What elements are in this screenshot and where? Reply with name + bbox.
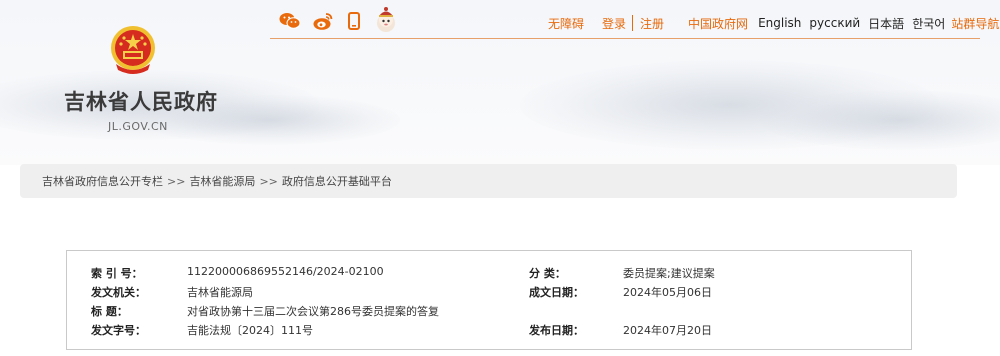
weibo-icon[interactable]	[311, 8, 335, 34]
header-divider-line	[270, 38, 980, 39]
issuer-value: 吉林省能源局	[187, 284, 253, 300]
doc-number-value: 吉能法规〔2024〕111号	[187, 322, 313, 338]
top-navigation: 无障碍 登录 注册 中国政府网 English русский 日本語 한국어 …	[548, 14, 999, 32]
site-nav-link[interactable]: 站群导航	[951, 15, 999, 32]
register-link[interactable]: 注册	[640, 15, 664, 32]
category-label: 分 类：	[529, 267, 566, 280]
date-written-label: 成文日期：	[529, 286, 584, 299]
date-written-label-row: 成文日期：	[529, 284, 584, 300]
publish-date-label: 发布日期：	[529, 324, 584, 337]
russian-link[interactable]: русский	[809, 16, 860, 30]
accessibility-link[interactable]: 无障碍	[548, 15, 584, 32]
gov-portal-link[interactable]: 中国政府网	[688, 15, 748, 32]
issuer-value-text: 吉林省能源局	[187, 286, 253, 299]
national-emblem-icon	[108, 24, 158, 78]
category-value-text: 委员提案;建议提案	[623, 267, 715, 280]
category-label-row: 分 类：	[529, 265, 566, 281]
date-written-value-text: 2024年05月06日	[623, 286, 712, 299]
title-value-text: 对省政协第十三届二次会议第286号委员提案的答复	[187, 305, 439, 318]
robot-avatar-icon[interactable]	[373, 4, 399, 34]
login-register-divider	[632, 15, 634, 31]
title-label-row: 标 题：	[91, 303, 128, 319]
date-written-value: 2024年05月06日	[623, 284, 712, 300]
breadcrumb-item-info-column[interactable]: 吉林省政府信息公开专栏	[42, 173, 163, 189]
issuer-label-row: 发文机关：	[91, 284, 146, 300]
wechat-icon[interactable]	[278, 8, 302, 34]
site-title[interactable]: 吉林省人民政府	[64, 86, 218, 116]
login-link[interactable]: 登录	[602, 15, 626, 32]
breadcrumb-item-platform[interactable]: 政府信息公开基础平台	[282, 173, 392, 189]
mobile-icon[interactable]	[344, 8, 364, 34]
publish-date-value: 2024年07月20日	[623, 322, 712, 338]
category-value: 委员提案;建议提案	[623, 265, 715, 281]
index-label-row: 索 引 号：	[91, 265, 143, 281]
site-domain: JL.GOV.CN	[108, 120, 168, 133]
breadcrumb: 吉林省政府信息公开专栏 >> 吉林省能源局 >> 政府信息公开基础平台	[20, 164, 957, 198]
index-value-text: 112200006869552146/2024-02100	[187, 265, 384, 278]
title-value: 对省政协第十三届二次会议第286号委员提案的答复	[187, 303, 439, 319]
publish-date-value-text: 2024年07月20日	[623, 324, 712, 337]
japanese-link[interactable]: 日本語	[868, 15, 904, 32]
title-label: 标 题：	[91, 305, 128, 318]
english-link[interactable]: English	[758, 16, 801, 30]
document-meta-box: 索 引 号： 112200006869552146/2024-02100 分 类…	[66, 250, 912, 350]
doc-number-label-row: 发文字号：	[91, 322, 146, 338]
korean-link[interactable]: 한국어	[912, 15, 945, 32]
breadcrumb-item-energy-bureau[interactable]: 吉林省能源局	[189, 173, 255, 189]
breadcrumb-separator: >>	[167, 174, 186, 188]
publish-date-label-row: 发布日期：	[529, 322, 584, 338]
index-label: 索 引 号：	[91, 267, 143, 280]
doc-number-label: 发文字号：	[91, 324, 146, 337]
breadcrumb-separator: >>	[259, 174, 278, 188]
issuer-label: 发文机关：	[91, 286, 146, 299]
doc-number-value-text: 吉能法规〔2024〕111号	[187, 324, 313, 337]
index-value: 112200006869552146/2024-02100	[187, 265, 384, 278]
